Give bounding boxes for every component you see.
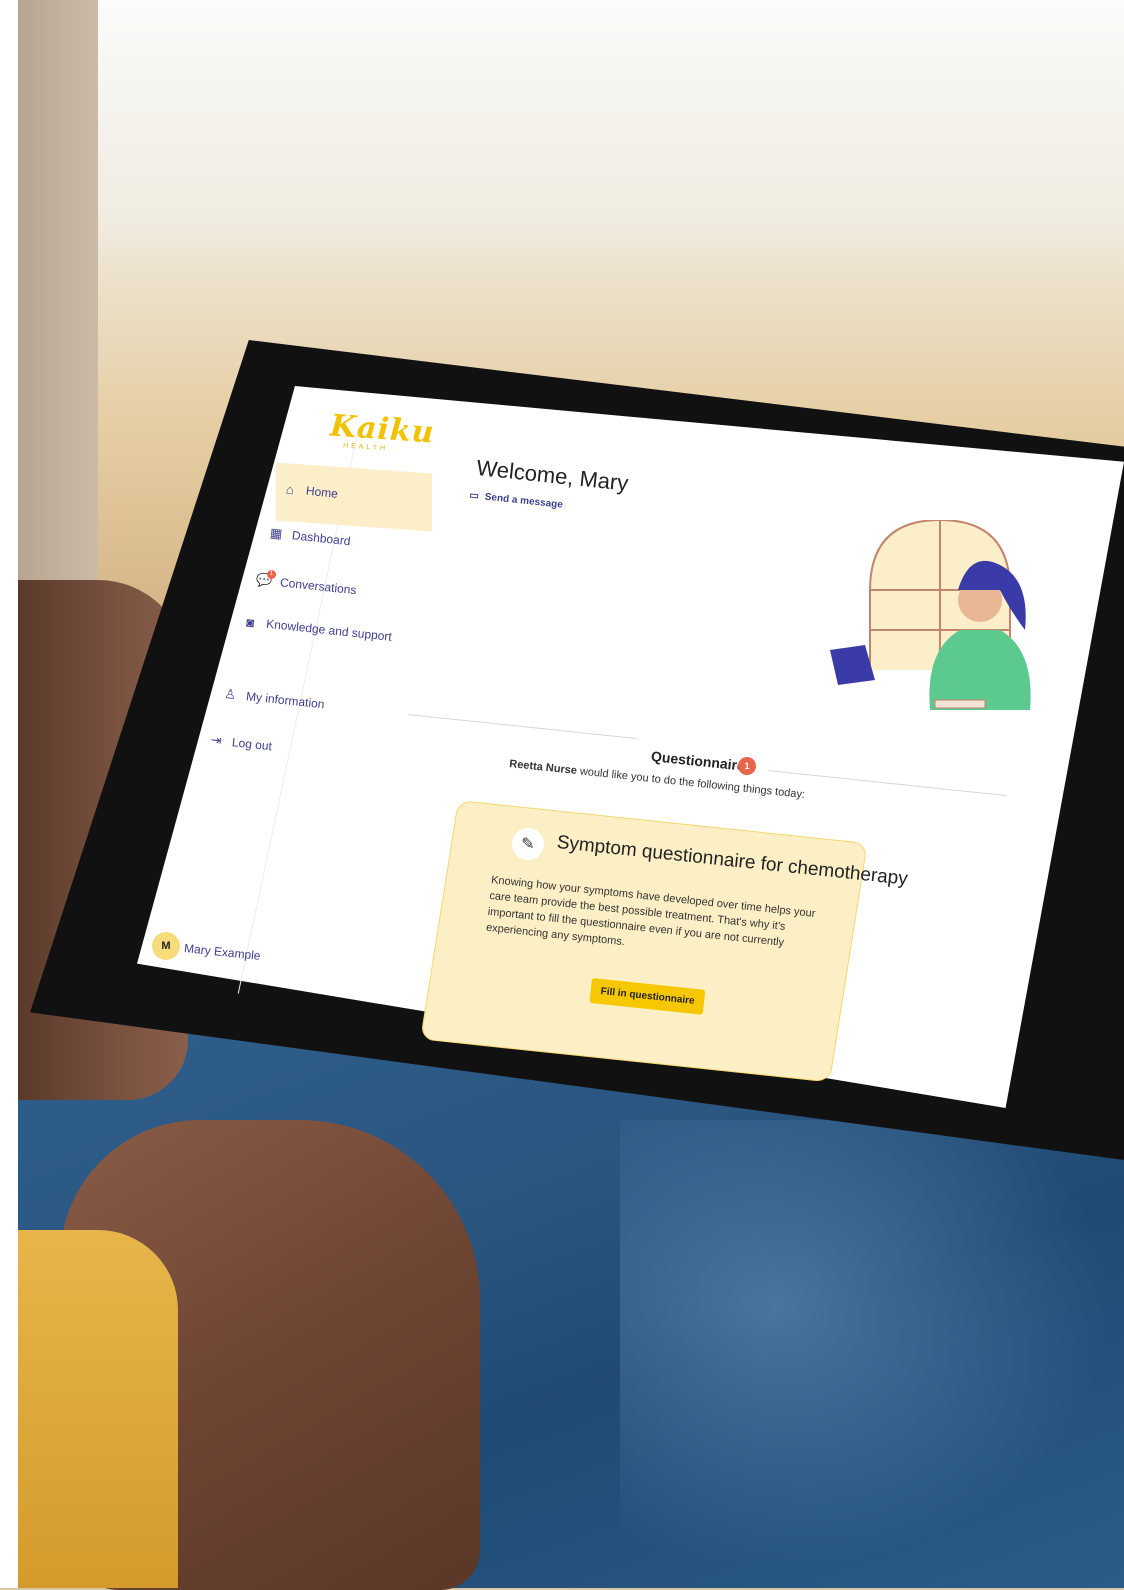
avatar[interactable]: M — [152, 932, 180, 960]
sidebar-item-my-information[interactable]: ♙ My information — [222, 685, 326, 712]
knowledge-icon: ◙ — [245, 614, 256, 630]
send-message-label: Send a message — [484, 491, 564, 511]
sidebar-item-label: My information — [245, 689, 326, 712]
sidebar-item-label: Knowledge and support — [265, 616, 393, 644]
conversations-badge: 1 — [267, 570, 276, 579]
nurse-name: Reetta Nurse — [508, 758, 578, 778]
home-icon: ⌂ — [285, 481, 295, 497]
questionnaires-count-badge: 1 — [738, 757, 756, 775]
pen-icon: ✎ — [512, 828, 544, 860]
page-title: Welcome, Mary — [475, 455, 630, 496]
user-icon: ♙ — [223, 685, 237, 703]
sidebar-item-logout[interactable]: ⇥ Log out — [207, 731, 273, 754]
user-name[interactable]: Mary Example — [183, 941, 261, 963]
logout-icon: ⇥ — [209, 731, 223, 749]
app-ui: Kaiku HEALTH ⌂ Home ▦ Dashboard 💬 Conver… — [0, 0, 1124, 1588]
sidebar-item-dashboard[interactable]: ▦ Dashboard — [267, 524, 352, 549]
dashboard-icon: ▦ — [269, 524, 284, 542]
nurse-illustration — [830, 520, 1031, 710]
send-message-link[interactable]: ▭ Send a message — [469, 490, 563, 511]
section-divider-left — [407, 714, 637, 740]
sidebar-item-label: Log out — [231, 735, 273, 754]
message-icon: ▭ — [468, 490, 480, 502]
sidebar-item-label: Conversations — [279, 575, 358, 598]
sidebar-item-label: Dashboard — [291, 528, 352, 549]
